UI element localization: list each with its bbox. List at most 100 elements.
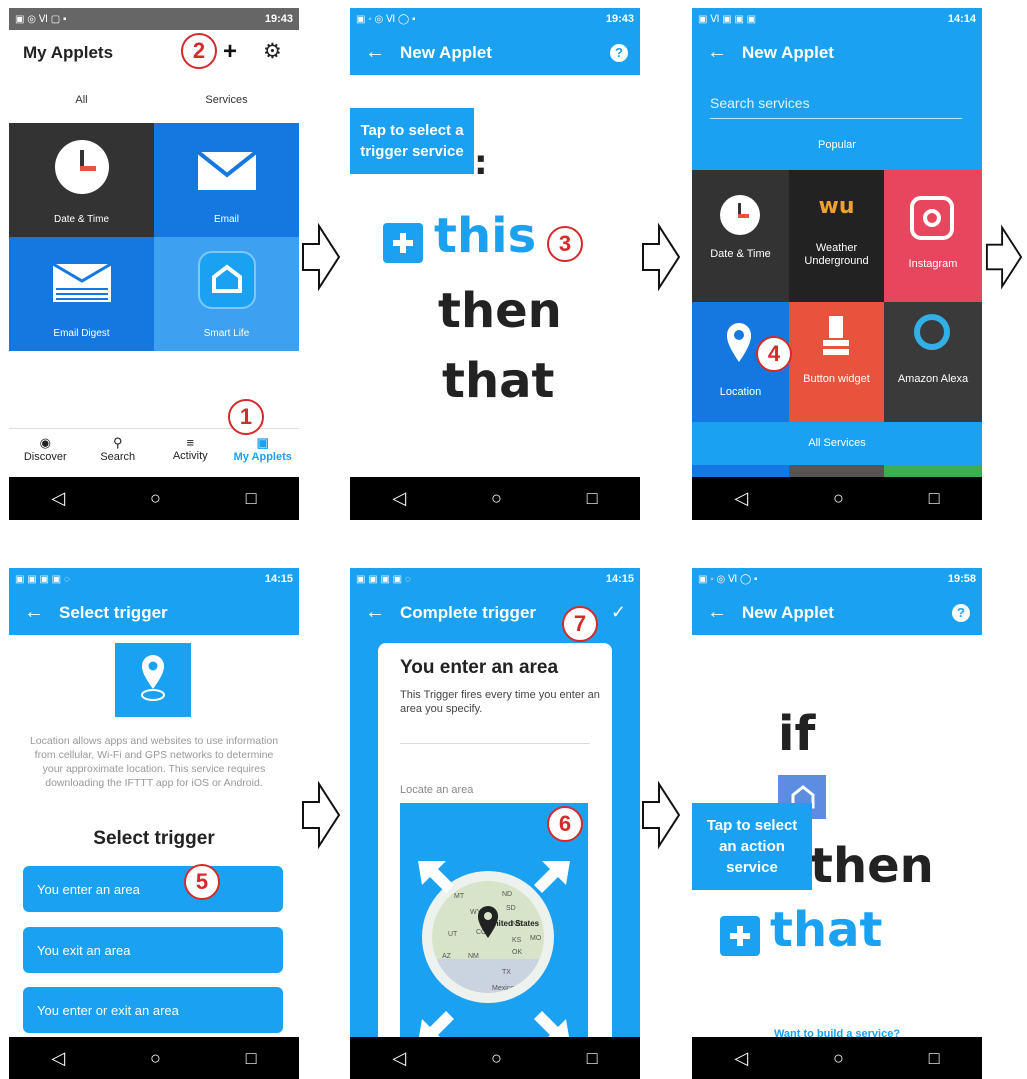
android-nav-bar: ◁ ○ □ <box>9 477 299 520</box>
app-bar: ← New Applet <box>692 30 982 75</box>
all-services-link[interactable]: All Services <box>692 422 982 465</box>
recents-nav-icon[interactable]: □ <box>929 1048 940 1069</box>
tile-label: Date & Time <box>710 248 771 260</box>
back-nav-icon[interactable]: ◁ <box>51 1048 65 1069</box>
phone-screen-choose-service: ▣ Ⅵ ▣ ▣ ▣ 14:14 ← New Applet Search serv… <box>692 8 982 520</box>
that-link[interactable]: that <box>770 902 882 958</box>
step-marker: 4 <box>756 336 792 372</box>
home-nav-icon[interactable]: ○ <box>150 1048 161 1069</box>
phone-screen-new-applet-action: ▣ ◦ ◎ Ⅵ ◯ ▪ 19:58 ← New Applet ? if then… <box>692 568 982 1079</box>
service-tile-weather-underground[interactable]: wu Weather Underground <box>789 170 884 302</box>
gear-icon[interactable]: ⚙ <box>263 40 282 64</box>
service-tile-email-digest[interactable]: Email Digest <box>9 237 154 351</box>
page-title: My Applets <box>23 42 114 62</box>
back-arrow-icon[interactable]: ← <box>350 601 400 624</box>
add-action-button[interactable] <box>720 916 760 956</box>
home-nav-icon[interactable]: ○ <box>833 1048 844 1069</box>
trigger-option-exit-area[interactable]: You exit an area <box>23 927 283 973</box>
service-tile-button-widget[interactable]: Button widget <box>789 302 884 422</box>
android-nav-bar: ◁ ○ □ <box>692 477 982 520</box>
add-applet-button[interactable]: + <box>223 40 237 64</box>
service-tile-email[interactable]: Email <box>154 123 299 237</box>
tab-all[interactable]: All <box>9 75 154 123</box>
recents-nav-icon[interactable]: □ <box>246 1048 257 1069</box>
tile-label: Weather Underground <box>804 242 869 267</box>
envelope-lines-icon <box>52 263 112 302</box>
instagram-icon <box>910 196 954 240</box>
tile-label: Location <box>719 386 762 398</box>
help-icon[interactable]: ? <box>610 43 628 62</box>
recents-nav-icon[interactable]: □ <box>587 1048 598 1069</box>
add-trigger-button[interactable] <box>383 223 423 263</box>
this-link[interactable]: this <box>434 208 536 264</box>
home-nav-icon[interactable]: ○ <box>491 1048 502 1069</box>
service-description: Location allows apps and websites to use… <box>29 735 279 789</box>
page-title: New Applet <box>742 602 834 622</box>
back-arrow-icon[interactable]: ← <box>692 601 742 624</box>
back-nav-icon[interactable]: ◁ <box>734 1048 748 1069</box>
nav-my-applets[interactable]: ▣ My Applets <box>227 429 300 477</box>
home-nav-icon[interactable]: ○ <box>833 488 844 509</box>
status-bar: ▣ Ⅵ ▣ ▣ ▣ 14:14 <box>692 8 982 30</box>
back-nav-icon[interactable]: ◁ <box>392 1048 406 1069</box>
build-service-link[interactable]: Want to build a service? <box>692 1028 982 1037</box>
service-tile-smart-life[interactable]: Smart Life <box>154 237 299 351</box>
phone-screen-select-trigger: ▣ ▣ ▣ ▣ ◌ 14:15 ← Select trigger Locatio… <box>9 568 299 1079</box>
android-nav-bar: ◁ ○ □ <box>350 477 640 520</box>
confirm-check-icon[interactable]: ✓ <box>611 602 626 623</box>
status-bar: ▣ ◦ ◎ Ⅵ ◯ ▪ 19:43 <box>350 8 640 30</box>
flow-arrow-icon <box>302 780 341 850</box>
status-icons: ▣ ◦ ◎ Ⅵ ◯ ▪ <box>356 13 416 25</box>
search-icon: ⚲ <box>112 435 123 450</box>
back-nav-icon[interactable]: ◁ <box>392 488 406 509</box>
home-nav-icon[interactable]: ○ <box>150 488 161 509</box>
back-nav-icon[interactable]: ◁ <box>734 488 748 509</box>
status-icons: ▣ ▣ ▣ ▣ ◌ <box>356 573 411 585</box>
tab-services[interactable]: Services <box>154 75 299 123</box>
back-arrow-icon[interactable]: ← <box>692 41 742 64</box>
bottom-nav: ◉ Discover ⚲ Search ≡ Activity ▣ My Applets <box>9 428 299 477</box>
status-icons: ▣ ▣ ▣ ▣ ◌ <box>15 573 70 585</box>
field-label: Locate an area <box>400 784 474 796</box>
nav-activity[interactable]: ≡ Activity <box>154 429 227 477</box>
trigger-option-enter-or-exit[interactable]: You enter or exit an area <box>23 987 283 1033</box>
map-picker[interactable]: MT ND WY SD NE UT CO KS MO AZ NM OK TX U… <box>400 803 588 1063</box>
service-tile-date-time[interactable]: Date & Time <box>692 170 789 302</box>
recents-nav-icon[interactable]: □ <box>929 488 940 509</box>
nav-search[interactable]: ⚲ Search <box>82 429 155 477</box>
service-tile-amazon-alexa[interactable]: Amazon Alexa <box>884 302 982 422</box>
step-marker: 6 <box>547 806 583 842</box>
divider <box>400 743 590 744</box>
card-title: You enter an area <box>400 657 559 678</box>
status-bar: ▣ ◎ Ⅵ ▢ ▪ 19:43 <box>9 8 299 30</box>
partial-tile <box>884 465 982 477</box>
back-arrow-icon[interactable]: ← <box>9 601 59 624</box>
step-marker: 5 <box>184 864 220 900</box>
android-nav-bar: ◁ ○ □ <box>9 1037 299 1079</box>
alexa-icon <box>914 314 950 350</box>
location-pin-icon <box>141 655 165 701</box>
home-nav-icon[interactable]: ○ <box>491 488 502 509</box>
service-tile-instagram[interactable]: Instagram <box>884 170 982 302</box>
step-marker: 3 <box>547 226 583 262</box>
nav-label: Activity <box>172 450 208 462</box>
nav-label: My Applets <box>233 451 292 463</box>
app-bar: ← Select trigger <box>9 590 299 635</box>
nav-discover[interactable]: ◉ Discover <box>9 429 82 477</box>
resize-arrows-icon <box>418 861 570 1043</box>
flow-arrow-icon <box>642 222 681 292</box>
service-tile-date-time[interactable]: Date & Time <box>9 123 154 237</box>
help-icon[interactable]: ? <box>952 603 970 622</box>
phone-screen-my-applets: ▣ ◎ Ⅵ ▢ ▪ 19:43 My Applets + ⚙ All Servi… <box>9 8 299 520</box>
search-input[interactable]: Search services <box>710 95 962 119</box>
step-marker: 7 <box>562 606 598 642</box>
recents-nav-icon[interactable]: □ <box>246 488 257 509</box>
tile-label: Smart Life <box>203 328 250 339</box>
back-nav-icon[interactable]: ◁ <box>51 488 65 509</box>
status-time: 19:43 <box>264 13 293 25</box>
trigger-option-enter-area[interactable]: You enter an area <box>23 866 283 912</box>
recents-nav-icon[interactable]: □ <box>587 488 598 509</box>
page-title: New Applet <box>742 42 834 62</box>
back-arrow-icon[interactable]: ← <box>350 41 400 64</box>
flow-arrow-icon <box>985 224 1023 290</box>
